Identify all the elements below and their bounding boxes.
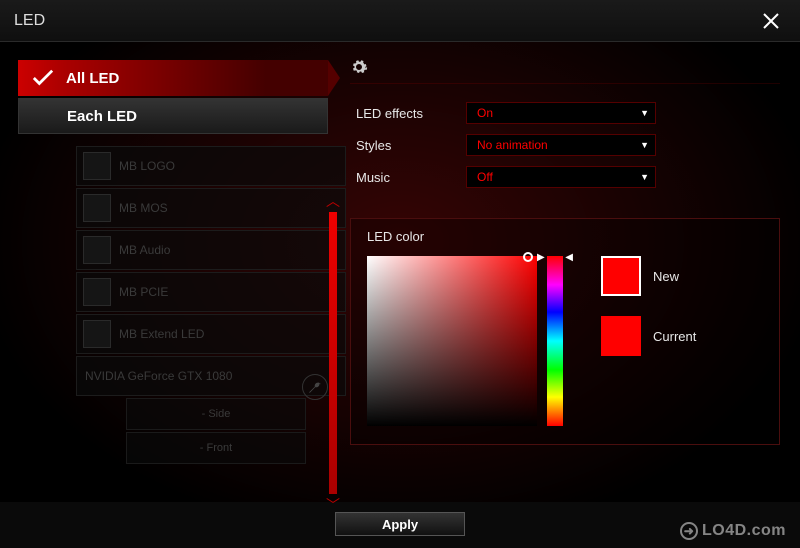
device-label: MB MOS [119,201,168,215]
dropdown-value: Off [477,170,493,184]
gear-icon [350,58,368,81]
device-sub-side[interactable]: - Side [126,398,306,430]
led-color-panel: LED color ▶ ◀ New Curre [350,218,780,445]
tab-all-led[interactable]: All LED [18,60,328,96]
new-color-row: New [601,256,696,296]
mb-icon [83,320,111,348]
mb-icon [83,236,111,264]
tab-label: Each LED [67,108,137,125]
current-color-label: Current [653,329,696,344]
watermark-icon: ➜ [680,522,698,540]
led-effects-dropdown[interactable]: On ▼ [466,102,656,124]
device-sub-label: - Side [202,408,231,420]
led-color-title: LED color [367,229,763,244]
device-sub-label: - Front [200,442,232,454]
music-label: Music [356,170,466,185]
wrench-icon [308,380,322,394]
hue-slider[interactable] [547,256,563,426]
titlebar: LED [0,0,800,42]
new-color-label: New [653,269,679,284]
color-swatches: New Current [601,256,696,376]
device-label: NVIDIA GeForce GTX 1080 [85,369,232,383]
device-label: MB Audio [119,243,170,257]
check-icon [32,68,54,88]
new-color-swatch [601,256,641,296]
dropdown-value: On [477,106,493,120]
saturation-value-picker[interactable] [367,256,537,426]
settings-grid: LED effects On ▼ Styles No animation ▼ Mus… [356,102,780,188]
led-effects-label: LED effects [356,106,466,121]
settings-header [350,56,780,84]
content-area: All LED Each LED MB LOGO MB MOS MB Audio… [0,42,800,502]
left-panel: All LED Each LED MB LOGO MB MOS MB Audio… [0,42,340,502]
sv-cursor[interactable] [523,252,533,262]
scroll-up-arrow[interactable]: ︿ [326,194,340,208]
music-dropdown[interactable]: Off ▼ [466,166,656,188]
device-list: MB LOGO MB MOS MB Audio MB PCIE MB Exten… [76,146,346,464]
dropdown-value: No animation [477,138,548,152]
config-button[interactable] [302,374,328,400]
tab-each-led[interactable]: Each LED [18,98,328,134]
device-label: MB PCIE [119,285,168,299]
apply-button[interactable]: Apply [335,512,465,536]
styles-dropdown[interactable]: No animation ▼ [466,134,656,156]
watermark: ➜ LO4D.com [680,522,786,540]
device-label: MB Extend LED [119,327,204,341]
window-title: LED [14,12,45,30]
hue-right-marker: ◀ [565,252,573,263]
tab-group: All LED Each LED [18,60,328,134]
mb-icon [83,152,111,180]
color-picker-row: ▶ ◀ New Current [367,256,763,426]
device-label: MB LOGO [119,159,175,173]
tab-label: All LED [66,70,119,87]
chevron-down-icon: ▼ [640,172,649,182]
device-item-mb-logo[interactable]: MB LOGO [76,146,346,186]
close-button[interactable] [756,6,786,36]
device-sub-front[interactable]: - Front [126,432,306,464]
close-icon [762,12,780,30]
device-item-mb-audio[interactable]: MB Audio [76,230,346,270]
device-item-mb-pcie[interactable]: MB PCIE [76,272,346,312]
device-item-mb-mos[interactable]: MB MOS [76,188,346,228]
mb-icon [83,278,111,306]
current-color-row: Current [601,316,696,356]
current-color-swatch [601,316,641,356]
scrollbar[interactable]: ︿ ﹀ [326,194,340,512]
right-panel: LED effects On ▼ Styles No animation ▼ Mus… [340,42,800,502]
chevron-down-icon: ▼ [640,140,649,150]
device-item-mb-extend[interactable]: MB Extend LED [76,314,346,354]
scroll-thumb[interactable] [329,212,337,494]
chevron-down-icon: ▼ [640,108,649,118]
scroll-down-arrow[interactable]: ﹀ [326,498,340,512]
styles-label: Styles [356,138,466,153]
hue-slider-wrap: ▶ ◀ [547,256,563,426]
mb-icon [83,194,111,222]
watermark-text: LO4D.com [702,522,786,540]
hue-left-marker: ▶ [537,252,545,263]
